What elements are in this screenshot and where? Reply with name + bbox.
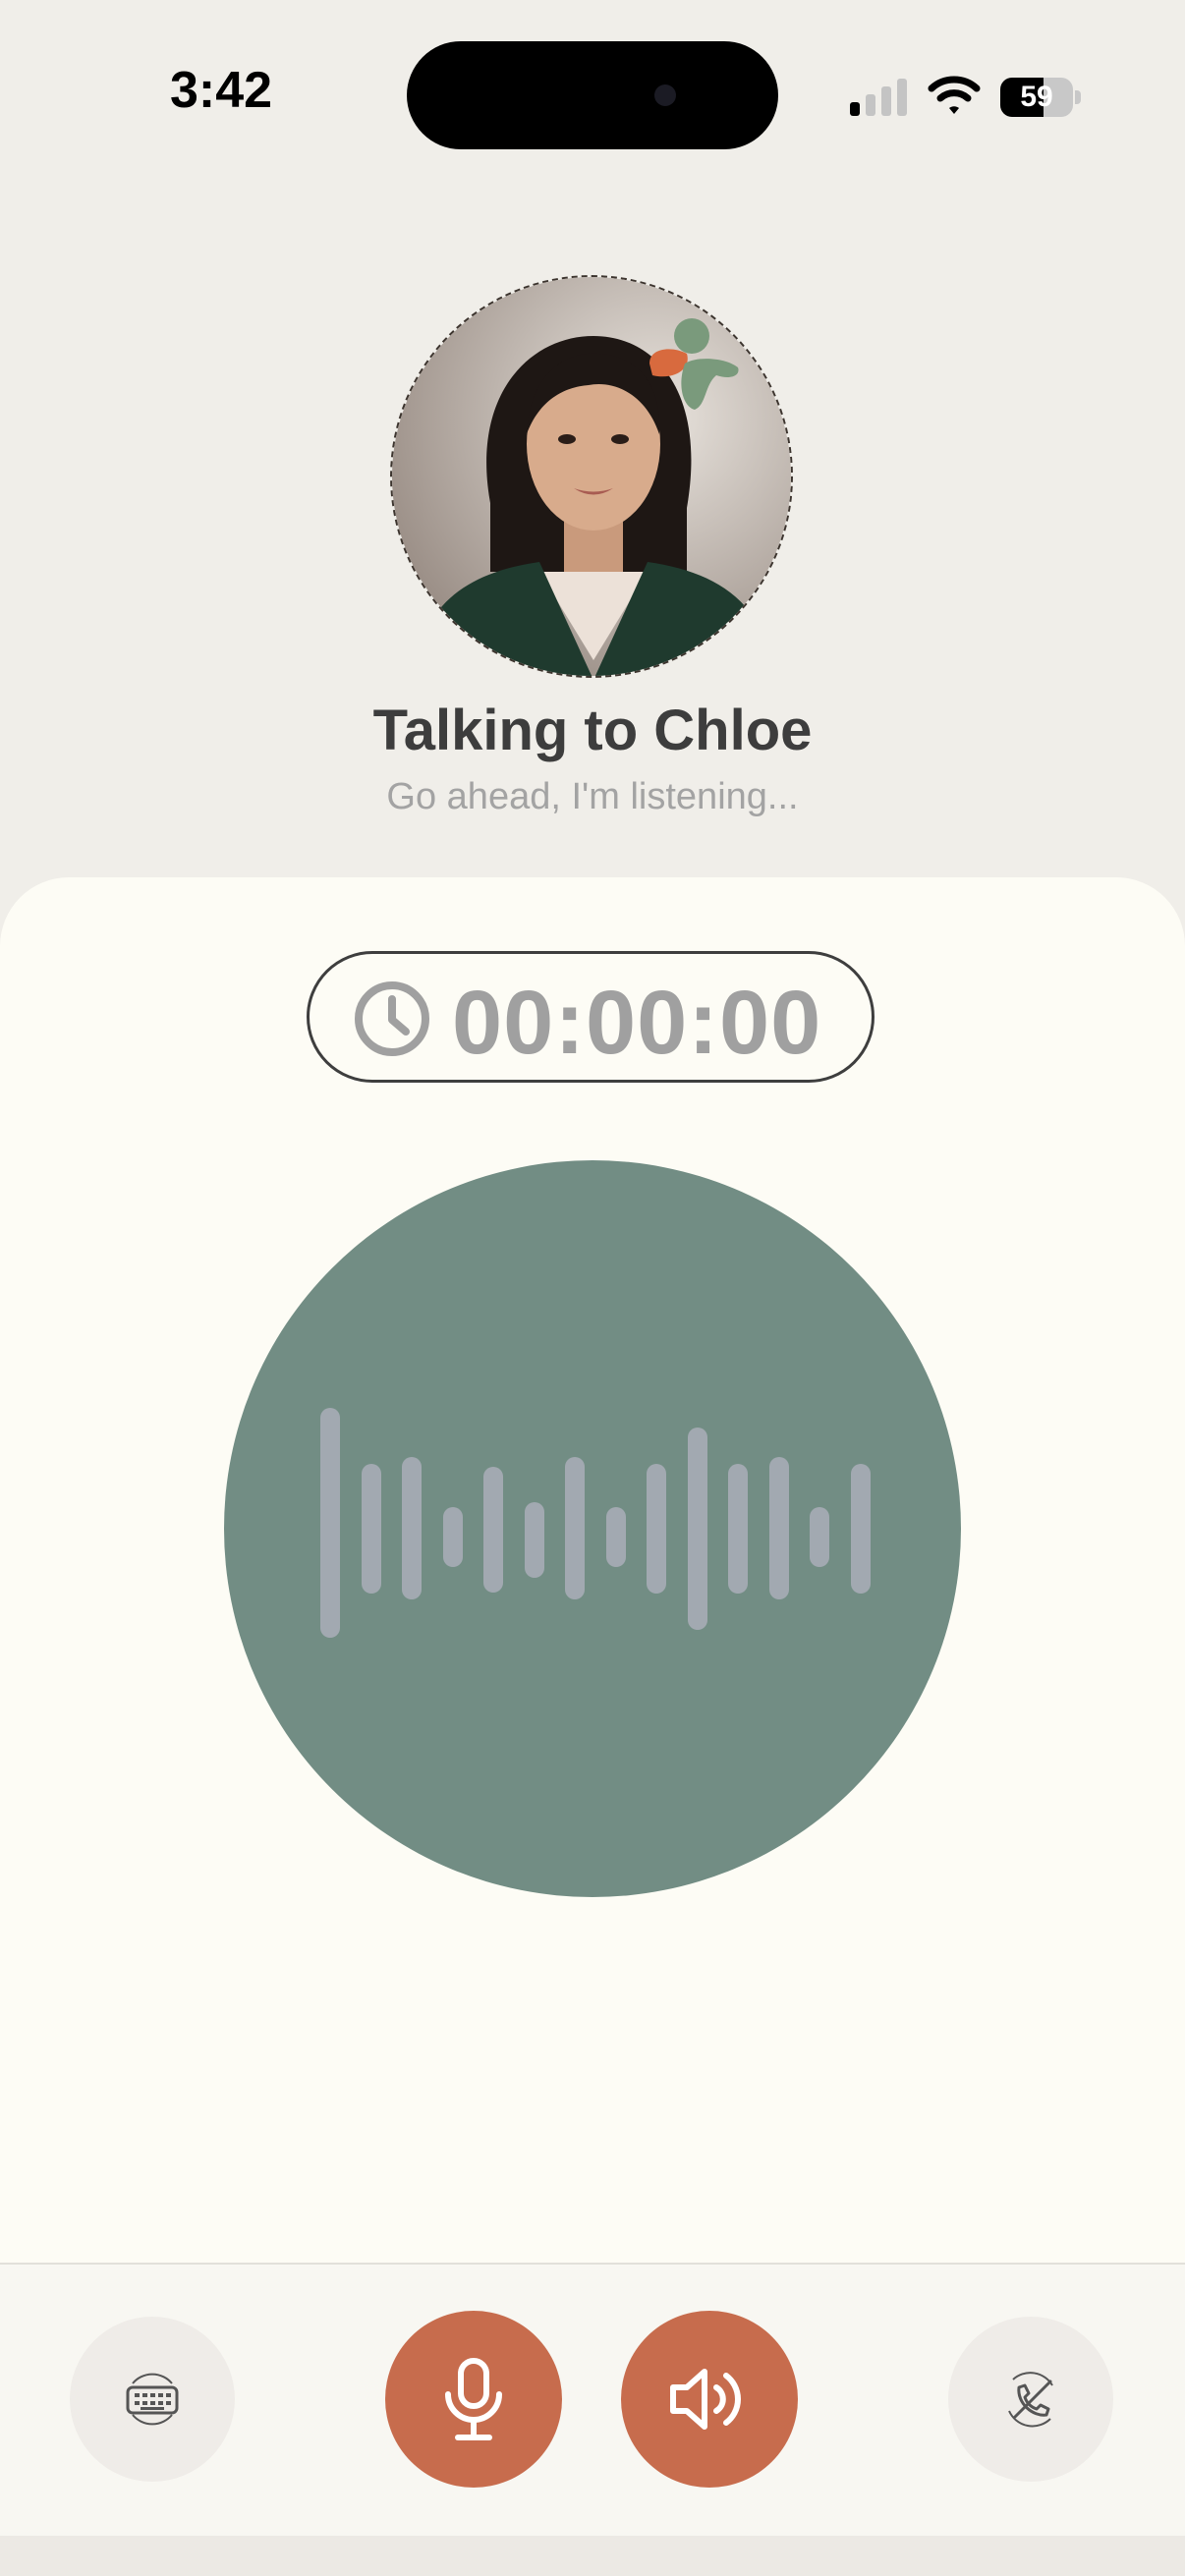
call-timer: 00:00:00 (307, 951, 875, 1083)
timer-value: 00:00:00 (452, 973, 822, 1073)
keyboard-icon (126, 2373, 179, 2426)
battery-indicator: 59 (1000, 78, 1083, 117)
page-title: Talking to Chloe (372, 699, 813, 762)
phone-hangup-icon (1008, 2372, 1053, 2428)
microphone-button[interactable] (385, 2311, 562, 2488)
avatar (390, 275, 793, 678)
cellular-signal-icon (850, 79, 907, 116)
keyboard-button[interactable] (70, 2317, 235, 2482)
speaker-icon (670, 2369, 741, 2430)
status-subtitle: Go ahead, I'm listening... (386, 776, 799, 817)
battery-percent: 59 (1020, 81, 1053, 113)
dynamic-island (407, 41, 778, 149)
home-indicator-area (0, 2536, 1185, 2576)
wifi-icon (928, 76, 981, 114)
voice-orb[interactable] (224, 1160, 961, 1897)
status-time: 3:42 (169, 62, 273, 119)
microphone-icon (445, 2358, 502, 2440)
end-call-button[interactable] (948, 2317, 1113, 2482)
clock-icon (355, 981, 429, 1056)
speaker-button[interactable] (621, 2311, 798, 2488)
waveform-icon (320, 1408, 871, 1638)
